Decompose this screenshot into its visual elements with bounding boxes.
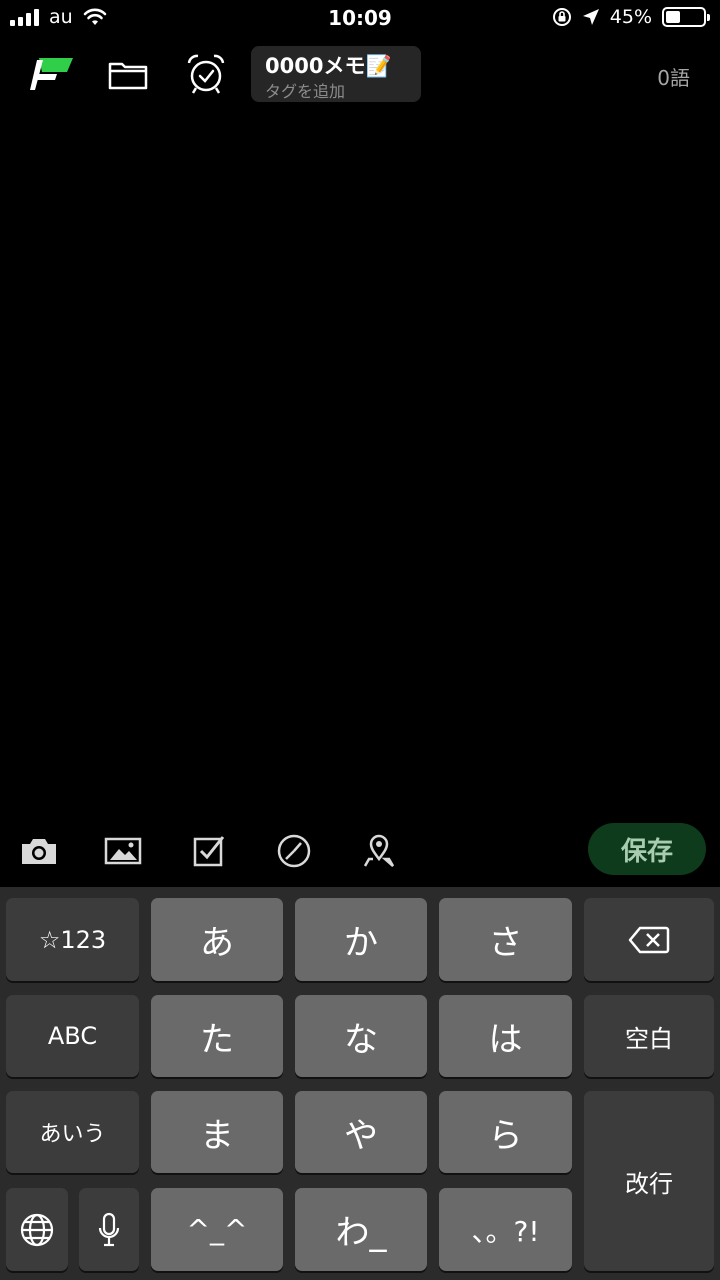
key-ta[interactable]: た <box>151 995 283 1077</box>
key-ha[interactable]: は <box>439 995 572 1077</box>
location-pin-icon[interactable] <box>354 828 404 874</box>
folder-icon[interactable] <box>104 52 152 96</box>
globe-key[interactable] <box>6 1188 68 1271</box>
battery-icon <box>662 7 710 27</box>
key-a[interactable]: あ <box>151 898 283 981</box>
location-arrow-icon <box>582 9 599 25</box>
japanese-keyboard: ☆123 あ か さ ABC た な は 空白 あいう ま や ら 改行 ^_^ <box>0 887 720 1280</box>
orientation-lock-icon <box>552 8 571 26</box>
app-logo-icon[interactable] <box>28 52 76 96</box>
key-ka[interactable]: か <box>295 898 427 981</box>
key-sa[interactable]: さ <box>439 898 572 981</box>
alarm-clock-icon[interactable] <box>182 52 230 96</box>
editor-accessory-bar: 保存 <box>0 820 720 882</box>
checkbox-icon[interactable] <box>184 828 234 874</box>
note-editor[interactable] <box>0 110 720 810</box>
note-toolbar: 0000メモ📝 タグを追加 0語 <box>0 44 720 104</box>
camera-icon[interactable] <box>14 828 64 874</box>
key-abc[interactable]: ABC <box>6 995 139 1077</box>
key-symbols-numbers[interactable]: ☆123 <box>6 898 139 981</box>
key-punctuation[interactable]: 、。?! <box>439 1188 572 1271</box>
clock-icon[interactable] <box>269 828 319 874</box>
key-wa[interactable]: わ_ <box>295 1188 427 1271</box>
globe-icon <box>20 1213 54 1246</box>
backspace-key[interactable] <box>584 898 714 981</box>
space-key[interactable]: 空白 <box>584 995 714 1077</box>
status-bar: au 10:09 45% <box>0 0 720 38</box>
word-count: 0語 <box>657 66 690 90</box>
key-hiragana[interactable]: あいう <box>6 1091 139 1173</box>
save-button[interactable]: 保存 <box>588 823 706 875</box>
note-title[interactable]: 0000メモ📝 <box>265 50 392 80</box>
note-title-chip[interactable]: 0000メモ📝 タグを追加 <box>251 46 421 102</box>
key-emoticon[interactable]: ^_^ <box>151 1188 283 1271</box>
key-ma[interactable]: ま <box>151 1091 283 1173</box>
key-na[interactable]: な <box>295 995 427 1077</box>
battery-percent: 45% <box>609 6 652 28</box>
image-icon[interactable] <box>98 828 148 874</box>
key-ra[interactable]: ら <box>439 1091 572 1173</box>
microphone-icon <box>98 1212 120 1246</box>
return-key[interactable]: 改行 <box>584 1091 714 1271</box>
backspace-icon <box>628 926 670 953</box>
microphone-key[interactable] <box>79 1188 139 1271</box>
add-tag-field[interactable]: タグを追加 <box>265 78 345 102</box>
key-ya[interactable]: や <box>295 1091 427 1173</box>
